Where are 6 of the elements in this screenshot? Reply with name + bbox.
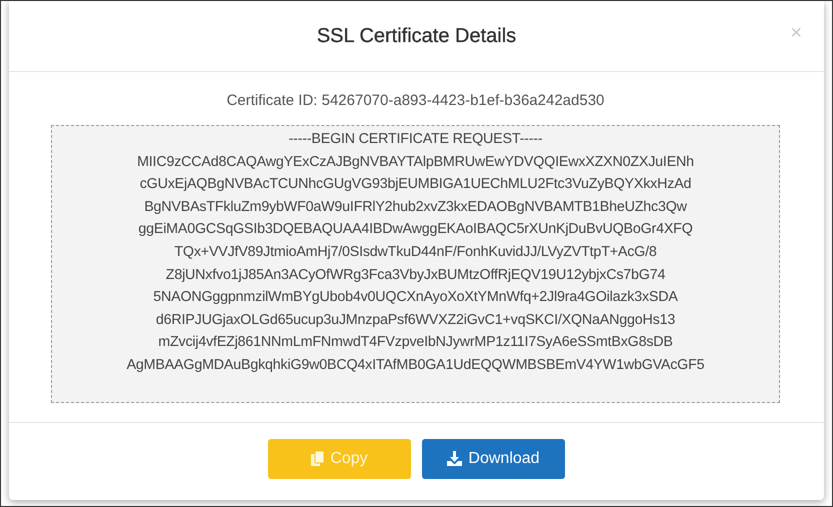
copy-icon: [311, 451, 324, 466]
download-icon: [447, 451, 462, 466]
download-button[interactable]: Download: [422, 438, 565, 478]
certificate-id: Certificate ID: 54267070-a893-4423-b1ef-b36a242ad530: [226, 92, 604, 109]
certificate-field[interactable]: -----BEGIN CERTIFICATE REQUEST----- MIIC9zCCAd8CAQAwgYExCzAJBgNVBAYTAlpBMRUwEwYDVQQIEwxXZXN0ZXJuIENh cGUxEjAQBgNVBAcTCUNhcGUgVG93bjEUMBIGA1UEChMLU2Ftc3VuZyBQYXkxHzAd BgNVBAsTFkluZm9ybWF0aW9uIFRlY2hub2xvZ3kxEDAOBgNVBAMTB1BheUZhc3Qw ggEiMA0GCSqGSIb3DQEBAQUAA4IBDwAwggEKAoIBAQC5rXUnKjDuBvUQBoGr4XFQ TQx+VVJfV89JtmioAmHj7/0SIsdwTkuD44nF/FonhKuvidJJ/LVyZVTtpT+AcG/8 Z8jUNxfvo1jJ85An3ACyOfWRg3Fca3VbyJxBUMtzOffRjEQV19U12ybjxCs7bG74 5NAONGggpnmzilWmBYgUbob4v0UQCXnAyoXoXtYMnWfq+2Jl9ra4GOilazk3xSDA d6RIPJUGjaxOLGd65ucup3uJMnzpaPsf6WVXZ2iGvC1+vqSKCI/XQNaANggoHs13 mZvcij4vfEZj861NNmLmFNmwdT4FVzpveIbNJywrMP1z11I7SyA6eSSmtBxG8sDB AgMBAAGgMDAuBgkqhkiG9w0BCQ4xITAfMB0GA1UdEQQWMBSBEmV4YW1wbGVAcGF5: [51, 125, 780, 403]
modal-title: SSL Certificate Details: [316, 24, 516, 48]
